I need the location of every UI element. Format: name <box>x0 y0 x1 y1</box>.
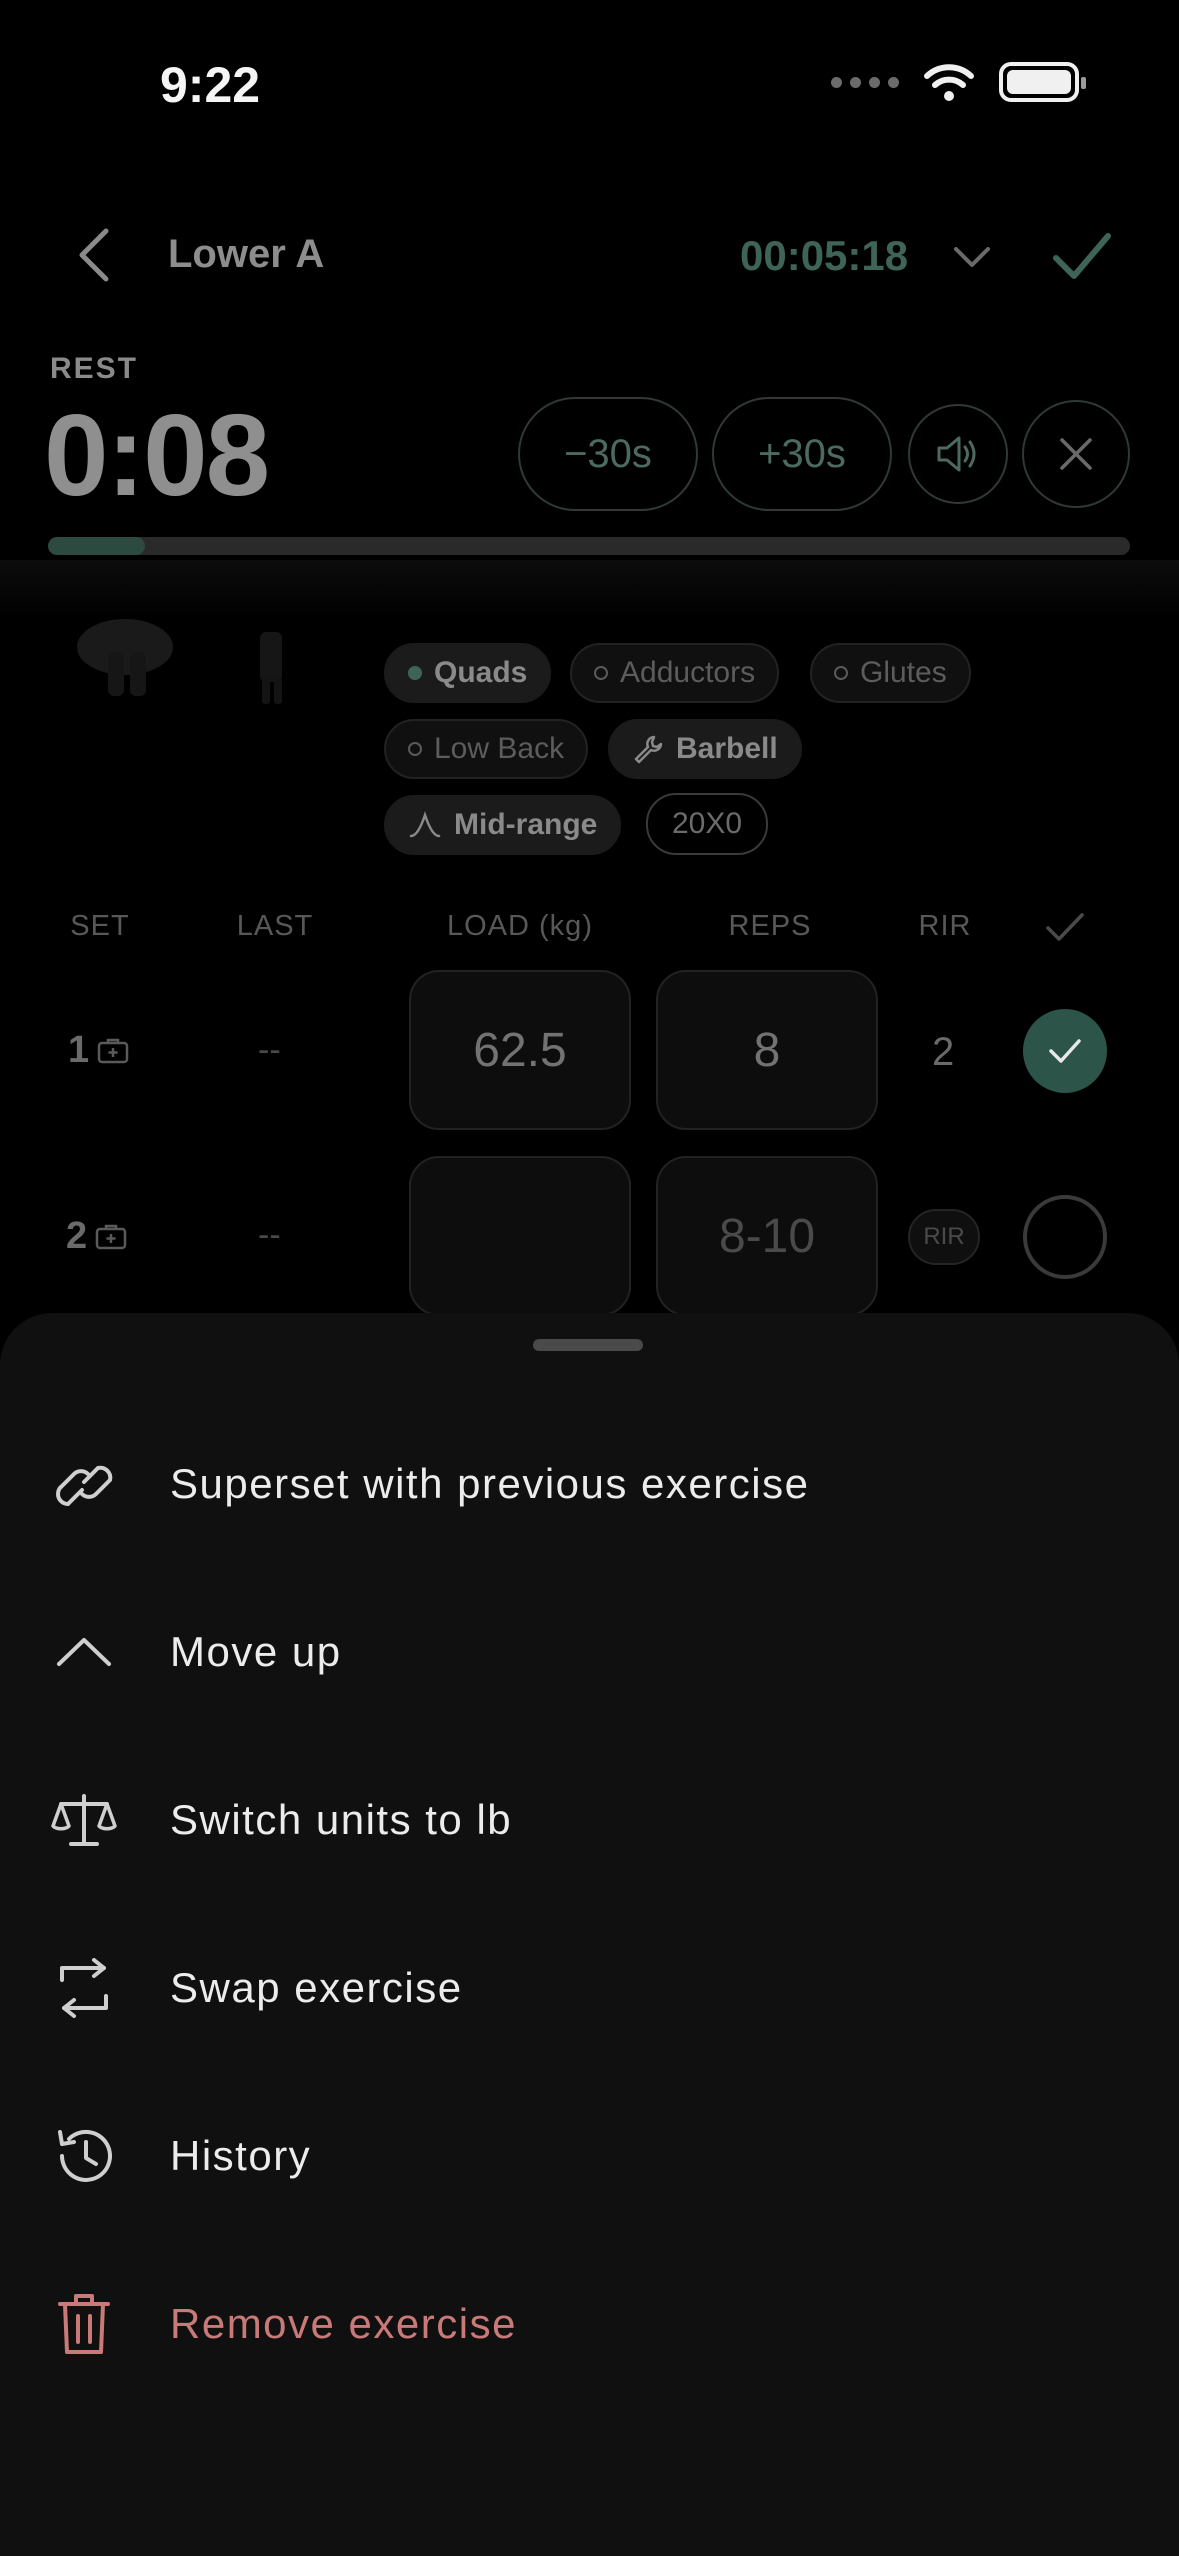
col-header-done-check-icon <box>1046 913 1084 941</box>
status-time: 9:22 <box>160 57 261 113</box>
col-header-last: LAST <box>236 910 314 942</box>
rest-label: REST <box>50 352 139 385</box>
range-chip[interactable]: Mid-range <box>384 795 622 855</box>
speaker-icon <box>937 436 976 472</box>
menu-item-label: Switch units to lb <box>170 1796 513 1843</box>
last-value: -- <box>258 1216 281 1254</box>
set-complete-button[interactable] <box>1023 1195 1107 1279</box>
rir-value[interactable]: 2 <box>932 1030 954 1075</box>
cellular-signal-icon <box>831 76 899 88</box>
load-input[interactable]: 62.5 <box>409 970 631 1130</box>
menu-item-move-up[interactable]: Move up <box>0 1577 1179 1727</box>
workout-title: Lower A <box>168 232 325 276</box>
equipment-chip[interactable]: Barbell <box>608 719 802 779</box>
link-icon <box>50 1450 118 1518</box>
sound-toggle-button[interactable] <box>908 404 1008 504</box>
menu-item-label: Swap exercise <box>170 1964 463 2011</box>
menu-item-switch-units[interactable]: Switch units to lb <box>0 1745 1179 1895</box>
col-header-rir: RIR <box>918 910 972 942</box>
battery-icon <box>999 62 1086 102</box>
last-value: -- <box>258 1031 281 1069</box>
secondary-dot-icon <box>594 666 608 680</box>
menu-item-label: Move up <box>170 1628 342 1675</box>
col-header-load: LOAD (kg) <box>447 910 593 942</box>
table-row-set-number[interactable]: 1 <box>68 1029 129 1072</box>
menu-item-label: Superset with previous exercise <box>170 1460 810 1507</box>
dismiss-timer-button[interactable] <box>1022 400 1130 508</box>
col-header-set: SET <box>70 910 130 942</box>
menu-item-label: History <box>170 2132 312 2179</box>
chip-label: Low Back <box>434 732 565 765</box>
load-input[interactable] <box>409 1156 631 1316</box>
set-complete-button[interactable] <box>1023 1009 1107 1093</box>
chip-label: Barbell <box>676 732 778 765</box>
close-icon <box>1060 438 1092 470</box>
set-number: 1 <box>68 1029 90 1071</box>
plus-30s-button[interactable]: +30s <box>712 397 892 511</box>
curve-icon <box>409 811 441 838</box>
menu-item-superset[interactable]: Superset with previous exercise <box>0 1409 1179 1559</box>
plate-calculator-icon <box>95 1224 127 1249</box>
muscle-chip-glutes[interactable]: Glutes <box>810 643 971 703</box>
muscle-chip-low-back[interactable]: Low Back <box>384 719 589 779</box>
primary-dot-icon <box>408 666 422 680</box>
sheet-grabber[interactable] <box>533 1339 643 1351</box>
trash-icon <box>50 2290 118 2358</box>
back-chevron-icon[interactable] <box>70 225 120 285</box>
secondary-dot-icon <box>834 666 848 680</box>
menu-item-remove-exercise[interactable]: Remove exercise <box>0 2249 1179 2399</box>
chip-label: Adductors <box>620 656 756 689</box>
check-icon <box>1049 1039 1081 1063</box>
rir-input[interactable]: RIR <box>908 1209 980 1265</box>
finish-workout-check-icon[interactable] <box>1050 228 1114 284</box>
elapsed-timer: 00:05:18 <box>740 232 909 279</box>
wifi-icon <box>924 64 974 101</box>
menu-item-swap-exercise[interactable]: Swap exercise <box>0 1913 1179 2063</box>
header-fade <box>0 560 1179 620</box>
muscle-chip-adductors[interactable]: Adductors <box>570 643 780 703</box>
chip-label: Mid-range <box>454 808 598 841</box>
chip-label: Glutes <box>860 656 947 689</box>
plate-calculator-icon <box>97 1038 129 1063</box>
chip-label: Quads <box>434 656 528 689</box>
muscle-chip-quads[interactable]: Quads <box>384 643 552 703</box>
menu-item-label: Remove exercise <box>170 2300 517 2347</box>
scale-icon <box>50 1786 118 1854</box>
exercise-thumbnail[interactable] <box>50 612 350 712</box>
table-row-set-number[interactable]: 2 <box>66 1215 127 1258</box>
col-header-reps: REPS <box>728 910 812 942</box>
secondary-dot-icon <box>408 742 422 756</box>
reps-input[interactable]: 8-10 <box>656 1156 878 1316</box>
chip-label: 20X0 <box>672 807 743 840</box>
history-icon <box>50 2122 118 2190</box>
reps-input[interactable]: 8 <box>656 970 878 1130</box>
set-number: 2 <box>66 1215 88 1257</box>
chevron-up-icon <box>50 1618 118 1686</box>
rest-progress-fill <box>48 537 146 555</box>
chevron-down-icon[interactable] <box>950 235 994 279</box>
status-icons <box>831 62 1086 102</box>
rest-countdown: 0:08 <box>44 390 270 520</box>
minus-30s-button[interactable]: −30s <box>518 397 698 511</box>
swap-icon <box>50 1954 118 2022</box>
menu-item-history[interactable]: History <box>0 2081 1179 2231</box>
rest-progress-bar <box>48 537 1130 555</box>
tempo-chip[interactable]: 20X0 <box>646 793 769 855</box>
wrench-icon <box>634 735 663 764</box>
